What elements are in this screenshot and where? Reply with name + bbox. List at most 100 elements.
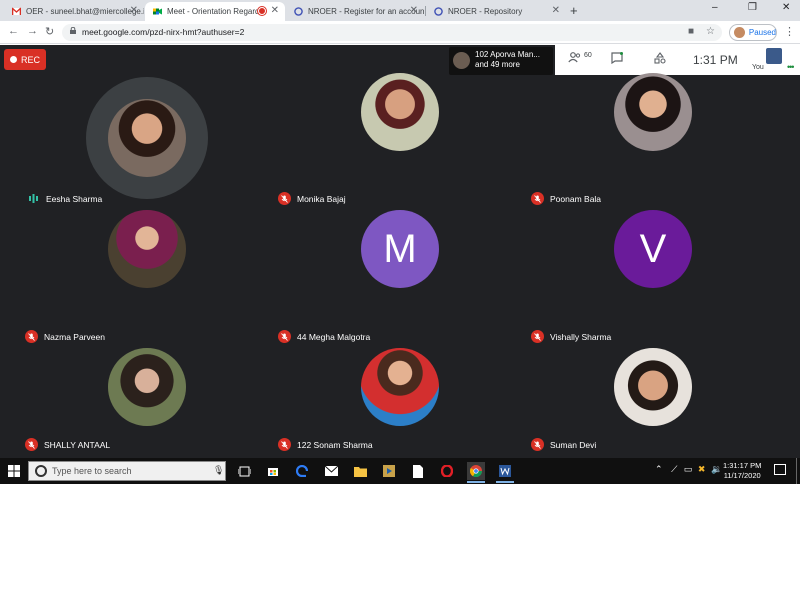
letter-avatar: V <box>614 210 692 288</box>
participant-tile: M 44 Megha Malgotra <box>274 210 527 351</box>
participant-photo <box>108 99 186 177</box>
edge-icon[interactable] <box>293 462 311 480</box>
tab-close-icon[interactable]: ✕ <box>271 5 279 16</box>
banner-line1: 102 Aporva Man... <box>475 50 540 59</box>
gmail-icon <box>12 7 21 16</box>
participant-name-bar: SHALLY ANTAAL <box>25 438 110 451</box>
tab-close-icon[interactable]: ✕ <box>410 5 418 16</box>
participant-name: Nazma Parveen <box>44 331 105 342</box>
close-window-button[interactable]: ✕ <box>782 2 790 13</box>
record-dot-icon <box>10 56 17 63</box>
reload-icon[interactable]: ↻ <box>45 25 54 38</box>
cortana-icon <box>35 465 47 477</box>
participant-thumbnail <box>453 52 470 69</box>
participant-name: Suman Devi <box>550 439 597 450</box>
participant-name-bar: Eesha Sharma <box>27 192 102 205</box>
lock-icon[interactable] <box>70 27 76 34</box>
chrome-icon[interactable] <box>467 462 485 483</box>
recording-indicator: REC <box>4 49 46 70</box>
tab-close-icon[interactable]: ✕ <box>552 5 560 16</box>
participant-name: 44 Megha Malgotra <box>297 331 371 342</box>
tab-gmail[interactable]: OER - suneel.bhat@miercollege.i ✕ <box>4 2 144 21</box>
mic-off-icon <box>25 330 38 343</box>
microphone-icon[interactable]: 🎙 <box>213 465 224 476</box>
participant-name-bar: Suman Devi <box>531 438 596 451</box>
windows-start-icon[interactable] <box>8 465 20 477</box>
mail-icon[interactable] <box>322 462 340 480</box>
participant-name-bar: 122 Sonam Sharma <box>278 438 373 451</box>
participant-count: 60 <box>584 52 592 59</box>
chevron-up-icon[interactable]: ⌃ <box>655 464 663 474</box>
profile-button[interactable]: Paused <box>729 24 777 41</box>
participant-tile: Eesha Sharma <box>21 75 274 213</box>
participants-banner[interactable]: 102 Aporva Man... and 49 more <box>449 47 553 75</box>
left-margin <box>0 75 21 458</box>
tab-title: Meet - Orientation Regardin <box>167 7 266 16</box>
back-icon[interactable]: ← <box>8 25 19 37</box>
active-app-indicator <box>467 481 485 483</box>
people-icon[interactable] <box>568 52 581 66</box>
participant-photo <box>361 348 439 426</box>
self-label: You <box>752 64 764 71</box>
participant-name: SHALLY ANTAAL <box>44 439 111 450</box>
show-desktop-button[interactable] <box>796 458 797 484</box>
task-view-icon[interactable] <box>235 462 253 480</box>
word-icon[interactable] <box>496 462 514 483</box>
network-icon[interactable]: ⟋ <box>671 464 677 474</box>
file-icon[interactable] <box>409 462 427 480</box>
participant-photo <box>108 210 186 288</box>
restore-button[interactable]: ❐ <box>748 2 757 13</box>
activities-icon[interactable] <box>654 52 666 67</box>
tab-nroer-register[interactable]: NROER - Register for an account ✕ <box>286 2 424 21</box>
self-avatar <box>766 48 782 64</box>
system-clock[interactable]: 1:31:17 PM 11/17/2020 <box>723 461 761 481</box>
bookmark-star-icon[interactable]: ☆ <box>706 26 715 37</box>
letter-avatar: M <box>361 210 439 288</box>
file-explorer-icon[interactable] <box>351 462 369 480</box>
tab-close-icon[interactable]: ✕ <box>130 5 138 16</box>
search-placeholder: Type here to search <box>52 466 132 476</box>
participant-name: Vishally Sharma <box>550 331 612 342</box>
banner-line2: and 49 more <box>475 60 520 69</box>
volume-icon[interactable]: 🔉 <box>711 464 722 474</box>
participant-name: Eesha Sharma <box>46 193 103 204</box>
participant-name-bar: Vishally Sharma <box>531 330 611 343</box>
app-tray-icon[interactable]: ✖ <box>698 464 706 474</box>
minimize-button[interactable]: – <box>712 2 718 13</box>
avatar-letter: V <box>639 226 667 271</box>
participant-name-bar: Poonam Bala <box>531 192 601 205</box>
tab-title: NROER - Register for an account <box>308 7 424 16</box>
running-app-indicator <box>496 481 514 483</box>
notification-icon[interactable] <box>774 464 786 475</box>
store-icon[interactable] <box>264 462 282 480</box>
tab-meet[interactable]: Meet - Orientation Regardin ✕ <box>145 2 285 21</box>
participant-name: Poonam Bala <box>550 193 602 204</box>
participant-photo <box>108 348 186 426</box>
new-tab-button[interactable]: + <box>570 3 578 18</box>
mic-off-icon <box>278 330 291 343</box>
windows-taskbar: Type here to search 🎙 ⌃ ⟋ ▭ ✖ 🔉 1:31:17 … <box>0 458 800 484</box>
profile-status: Paused <box>748 28 776 37</box>
tab-nroer-repository[interactable]: NROER - Repository ✕ <box>426 2 566 21</box>
opera-icon[interactable] <box>438 462 456 480</box>
screen: OER - suneel.bhat@miercollege.i ✕ Meet -… <box>0 0 800 484</box>
more-options-icon[interactable]: ••• <box>787 62 795 72</box>
chat-icon[interactable] <box>611 52 623 67</box>
nroer-icon <box>434 7 443 16</box>
taskbar-search-box[interactable]: Type here to search 🎙 <box>28 461 226 481</box>
participant-name: Monika Bajaj <box>297 193 346 204</box>
mic-off-icon <box>278 438 291 451</box>
nroer-icon <box>294 7 303 16</box>
participant-tile: Monika Bajaj <box>274 73 527 213</box>
url-text[interactable]: meet.google.com/pzd-nirx-hmt?authuser=2 <box>82 27 244 37</box>
clock-time: 1:31:17 PM <box>723 461 762 470</box>
media-player-icon[interactable] <box>380 462 398 480</box>
camera-icon[interactable]: ■ <box>688 26 694 37</box>
address-bar[interactable]: meet.google.com/pzd-nirx-hmt?authuser=2 … <box>62 24 722 41</box>
chrome-menu-icon[interactable]: ⋮ <box>784 25 795 38</box>
mic-off-icon <box>25 438 38 451</box>
forward-icon[interactable]: → <box>27 25 38 37</box>
battery-icon[interactable]: ▭ <box>684 464 693 474</box>
participant-name-bar: 44 Megha Malgotra <box>278 330 370 343</box>
tab-title: OER - suneel.bhat@miercollege.i <box>26 7 144 16</box>
